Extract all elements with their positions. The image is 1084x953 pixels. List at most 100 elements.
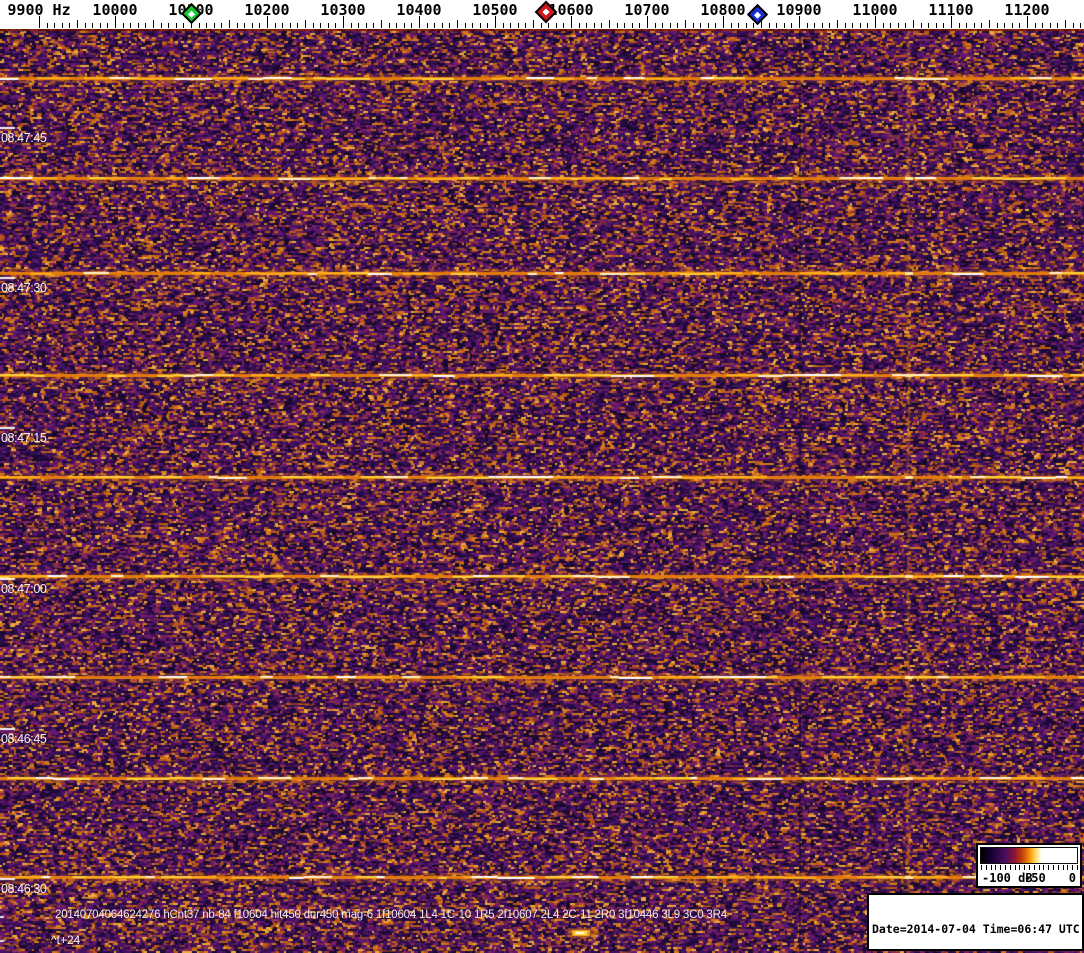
freq-minor-tick xyxy=(153,20,154,28)
colorbar-label-mid: -50 xyxy=(1024,871,1046,885)
freq-minor-tick xyxy=(685,20,686,28)
freq-minor-tick xyxy=(525,23,526,28)
freq-minor-tick xyxy=(77,20,78,28)
waterfall-spectrogram[interactable] xyxy=(0,29,1084,953)
freq-minor-tick xyxy=(1080,23,1081,28)
freq-minor-tick xyxy=(776,23,777,28)
freq-minor-tick xyxy=(715,23,716,28)
freq-minor-tick xyxy=(62,23,63,28)
colorbar-tick xyxy=(1038,865,1040,870)
marker-blue-diamond-icon[interactable] xyxy=(746,3,768,25)
freq-minor-tick xyxy=(913,20,914,28)
colorbar-tick xyxy=(990,865,992,870)
freq-minor-tick xyxy=(1050,23,1051,28)
freq-minor-tick xyxy=(92,23,93,28)
meteor-spectrogram-screen: 9900 Hz100001010010200103001040010500106… xyxy=(0,0,1084,953)
freq-minor-tick xyxy=(290,23,291,28)
freq-minor-tick xyxy=(890,23,891,28)
time-label: 08:47:30 xyxy=(1,281,47,295)
freq-minor-tick xyxy=(366,23,367,28)
freq-minor-tick xyxy=(548,23,549,28)
freq-minor-tick xyxy=(404,23,405,28)
freq-minor-tick xyxy=(313,23,314,28)
freq-minor-tick xyxy=(487,23,488,28)
colorbar-tick xyxy=(1057,865,1059,870)
freq-minor-tick xyxy=(183,23,184,28)
freq-minor-tick xyxy=(1057,23,1058,28)
freq-minor-tick xyxy=(997,23,998,28)
colorbar-tick xyxy=(1048,865,1050,870)
freq-minor-tick xyxy=(1073,23,1074,28)
freq-minor-tick xyxy=(624,23,625,28)
colorbar-tick xyxy=(1024,865,1026,870)
freq-minor-tick xyxy=(145,23,146,28)
freq-minor-tick xyxy=(244,23,245,28)
freq-minor-tick xyxy=(822,23,823,28)
freq-minor-tick xyxy=(1019,23,1020,28)
freq-minor-tick xyxy=(442,23,443,28)
freq-minor-tick xyxy=(1065,20,1066,28)
freq-minor-tick xyxy=(928,23,929,28)
freq-minor-tick xyxy=(594,23,595,28)
freq-minor-tick xyxy=(199,23,200,28)
freq-minor-tick xyxy=(282,23,283,28)
freq-minor-tick xyxy=(1042,23,1043,28)
freq-minor-tick xyxy=(693,23,694,28)
marker-center-dot xyxy=(753,10,761,18)
colorbar-tick xyxy=(1072,865,1074,870)
observation-info-box: Date=2014-07-04 Time=06:47 UTC Freq=143 … xyxy=(867,893,1084,951)
colorbar-tick xyxy=(1019,865,1021,870)
freq-minor-tick xyxy=(259,23,260,28)
colorbar-tick xyxy=(1033,865,1035,870)
freq-minor-tick xyxy=(275,23,276,28)
freq-minor-tick xyxy=(335,23,336,28)
freq-minor-tick xyxy=(457,20,458,28)
colorbar-tick xyxy=(1062,865,1064,870)
freq-minor-tick xyxy=(905,23,906,28)
freq-minor-tick xyxy=(860,23,861,28)
freq-minor-tick xyxy=(556,23,557,28)
time-label: 08:46:30 xyxy=(1,882,47,896)
colorbar-tick xyxy=(1005,865,1006,870)
frequency-ruler[interactable]: 9900 Hz100001010010200103001040010500106… xyxy=(0,0,1084,29)
freq-minor-tick xyxy=(351,23,352,28)
time-label: 08:47:45 xyxy=(1,131,47,145)
colorbar-tick xyxy=(995,865,997,870)
colorbar-legend: -100 dB -50 0 xyxy=(976,843,1082,888)
freq-minor-tick xyxy=(510,23,511,28)
info-date-time: Date=2014-07-04 Time=06:47 UTC xyxy=(872,922,1080,936)
time-label: 08:47:15 xyxy=(1,431,47,445)
freq-label: 10500 xyxy=(472,1,518,19)
colorbar-tick xyxy=(1067,865,1069,870)
freq-minor-tick xyxy=(396,23,397,28)
freq-minor-tick xyxy=(738,23,739,28)
freq-minor-tick xyxy=(229,20,230,28)
freq-minor-tick xyxy=(989,20,990,28)
colorbar-tick xyxy=(1077,865,1078,870)
freq-minor-tick xyxy=(898,23,899,28)
freq-minor-tick xyxy=(465,23,466,28)
freq-minor-tick xyxy=(161,23,162,28)
freq-minor-tick xyxy=(237,23,238,28)
freq-minor-tick xyxy=(677,23,678,28)
freq-minor-tick xyxy=(47,23,48,28)
freq-minor-tick xyxy=(252,23,253,28)
freq-label: 11000 xyxy=(852,1,898,19)
freq-label: 10000 xyxy=(92,1,138,19)
detection-annotation: 20140704064624276 hCnt37 nb-84 f10604 hi… xyxy=(55,909,727,921)
freq-minor-tick xyxy=(791,23,792,28)
freq-label: 10300 xyxy=(320,1,366,19)
freq-minor-tick xyxy=(85,23,86,28)
freq-minor-tick xyxy=(518,23,519,28)
marker-center-dot xyxy=(187,9,195,17)
colorbar-tick xyxy=(981,865,982,870)
freq-minor-tick xyxy=(966,23,967,28)
colorbar-gradient xyxy=(980,847,1078,864)
freq-minor-tick xyxy=(541,23,542,28)
freq-minor-tick xyxy=(503,23,504,28)
time-label: 08:47:00 xyxy=(1,582,47,596)
freq-minor-tick xyxy=(123,23,124,28)
freq-minor-tick xyxy=(328,23,329,28)
freq-minor-tick xyxy=(936,23,937,28)
freq-minor-tick xyxy=(883,23,884,28)
